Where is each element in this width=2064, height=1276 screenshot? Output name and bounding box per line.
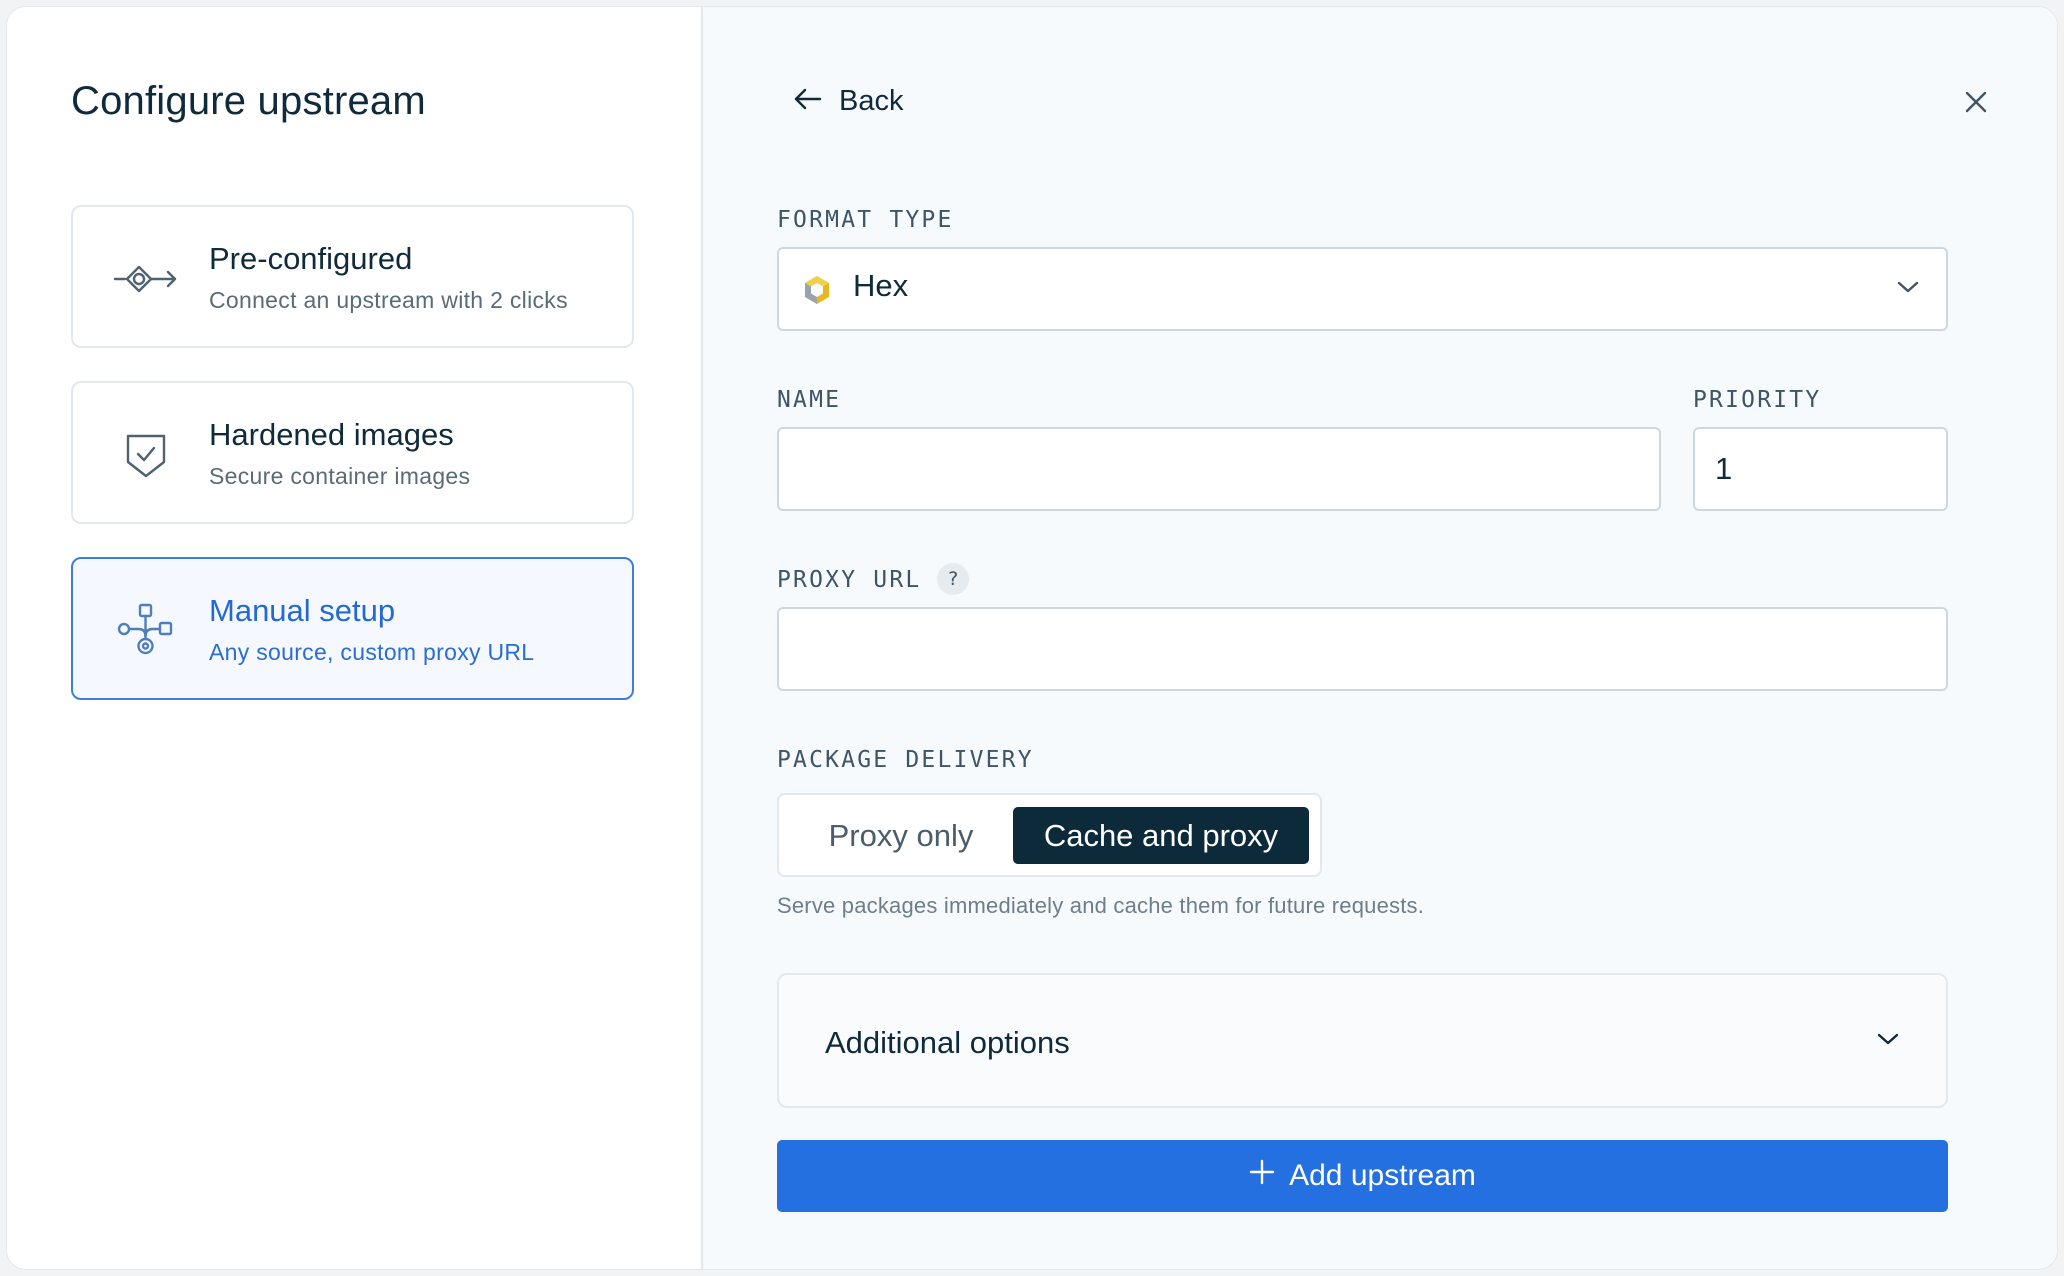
option-title: Manual setup [209, 593, 396, 628]
back-button[interactable]: Back [793, 85, 903, 118]
option-card-pre-configured[interactable]: Pre-configured Connect an upstream with … [71, 205, 634, 348]
add-upstream-button[interactable]: Add upstream [777, 1140, 1948, 1212]
additional-options-accordion[interactable]: Additional options [777, 973, 1948, 1108]
plus-icon [1249, 1159, 1275, 1193]
upstream-type-panel: Configure upstream Pre-configured Connec… [7, 7, 703, 1269]
add-upstream-label: Add upstream [1289, 1159, 1476, 1192]
dialog-title: Configure upstream [71, 79, 426, 123]
package-delivery-label: PACKAGE DELIVERY [777, 747, 1034, 773]
option-description: Secure container images [209, 463, 471, 489]
format-type-value: Hex [853, 268, 909, 303]
proxy-only-option[interactable]: Proxy only [791, 807, 1011, 864]
proxy-url-input[interactable] [777, 607, 1948, 691]
option-title: Pre-configured [209, 241, 413, 276]
option-description: Connect an upstream with 2 clicks [209, 287, 568, 313]
arrow-left-icon [793, 87, 823, 116]
shield-check-icon [113, 427, 179, 483]
option-card-manual-setup[interactable]: Manual setup Any source, custom proxy UR… [71, 557, 634, 700]
close-button[interactable] [1961, 87, 1991, 117]
proxy-url-label: PROXY URL [777, 567, 922, 593]
package-delivery-helper: Serve packages immediately and cache the… [777, 893, 1425, 918]
hex-logo-icon [803, 275, 831, 310]
name-input[interactable] [777, 427, 1661, 511]
name-label: NAME [777, 387, 842, 413]
help-icon[interactable]: ? [937, 563, 969, 595]
priority-value: 1 [1715, 451, 1733, 486]
back-label: Back [839, 85, 904, 117]
close-icon [1965, 91, 1987, 113]
option-title: Hardened images [209, 417, 454, 452]
package-delivery-toggle: Proxy only Cache and proxy [777, 793, 1322, 877]
option-description: Any source, custom proxy URL [209, 639, 535, 665]
manual-setup-form: Back FORMAT TYPE Hex NAME PRIORITY 1 PRO… [703, 7, 2057, 1269]
priority-input[interactable]: 1 [1693, 427, 1948, 511]
connection-arrow-icon [113, 251, 179, 307]
format-type-label: FORMAT TYPE [777, 207, 954, 233]
option-card-hardened-images[interactable]: Hardened images Secure container images [71, 381, 634, 524]
chevron-down-icon [1896, 279, 1920, 300]
additional-options-title: Additional options [825, 1025, 1070, 1060]
format-type-select[interactable]: Hex [777, 247, 1948, 331]
chevron-down-icon [1876, 1031, 1900, 1052]
cache-and-proxy-option[interactable]: Cache and proxy [1013, 807, 1309, 864]
network-nodes-icon [113, 603, 179, 659]
priority-label: PRIORITY [1693, 387, 1822, 413]
configure-upstream-dialog: Configure upstream Pre-configured Connec… [6, 6, 2058, 1270]
